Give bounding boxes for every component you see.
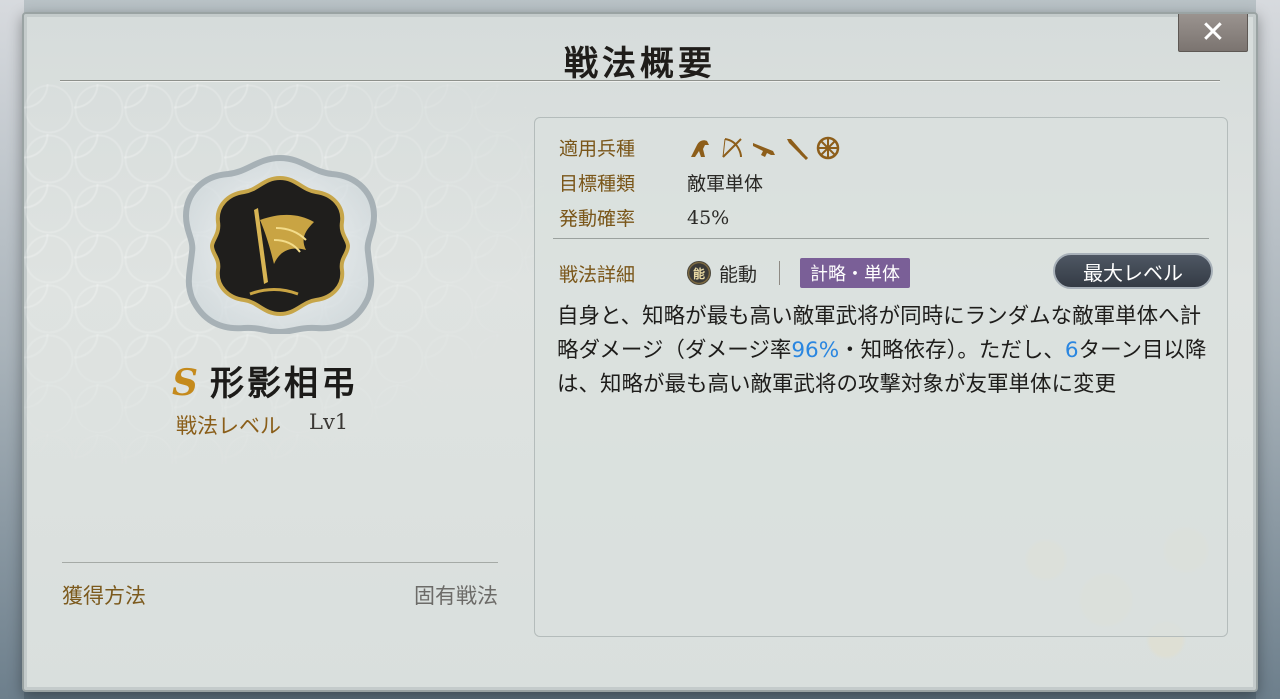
activation-type: 能動 <box>719 263 758 286</box>
skill-level-label: 戦法レベル <box>176 414 281 438</box>
title-divider <box>60 80 1220 82</box>
skill-detail-label: 戦法詳細 <box>559 263 636 286</box>
background-right-edge <box>1256 0 1280 699</box>
turn-number-value: 6 <box>1064 338 1079 363</box>
obtain-method-label: 獲得方法 <box>62 584 146 608</box>
activation-rate-label: 発動確率 <box>559 208 636 230</box>
gun-icon <box>753 142 775 157</box>
troop-type-row: 適用兵種 <box>559 134 841 161</box>
troop-type-label: 適用兵種 <box>559 138 636 160</box>
skill-detail-row: 戦法詳細 能 能動 計略・単体 <box>559 258 911 288</box>
skill-type-tag: 計略・単体 <box>800 258 911 288</box>
max-level-button[interactable]: 最大レベル <box>1053 253 1213 289</box>
skill-level-value: Lv1 <box>309 410 349 434</box>
target-type-row: 目標種類 敵軍単体 <box>559 169 763 196</box>
skill-rank: S <box>172 362 198 404</box>
skill-name: 形影相弔 <box>210 364 358 404</box>
target-type-label: 目標種類 <box>559 173 636 195</box>
cavalry-icon <box>691 139 709 157</box>
activation-rate-value: 45% <box>687 206 730 229</box>
panel-divider <box>553 238 1209 239</box>
skill-level-row: 戦法レベル Lv1 <box>176 410 348 440</box>
activation-rate-row: 発動確率 45% <box>559 204 729 231</box>
dialog-title: 戦法概要 <box>564 44 716 84</box>
target-type-value: 敵軍単体 <box>687 173 764 195</box>
description-text: ・知略依存）。ただし、 <box>839 338 1065 363</box>
skill-info-panel: 適用兵種 目標種類 敵軍単体 発動確率 45% 戦法詳細 能 能動 計略・単体 … <box>534 117 1228 637</box>
siege-wheel-icon <box>816 136 840 159</box>
skill-emblem-icon <box>182 154 378 336</box>
troop-type-icons <box>687 135 841 161</box>
background-left-edge <box>0 0 24 699</box>
archer-icon <box>722 137 742 158</box>
close-button[interactable]: ✕ <box>1178 14 1248 52</box>
obtain-method-value: 固有戦法 <box>414 584 498 608</box>
left-divider <box>62 562 498 563</box>
skill-overview-dialog: 戦法概要 ✕ S 形影相弔 戦法レベル Lv1 獲得方法 固有戦法 適用兵種 目… <box>22 12 1258 692</box>
obtain-method-row: 獲得方法 固有戦法 <box>62 580 498 610</box>
spear-icon <box>787 138 809 160</box>
skill-description: 自身と、知略が最も高い敵軍武将が同時にランダムな敵軍単体へ計略ダメージ（ダメージ… <box>557 300 1217 402</box>
skill-title: S 形影相弔 <box>172 356 358 405</box>
active-skill-icon: 能 <box>687 261 711 285</box>
detail-separator <box>779 261 781 285</box>
damage-rate-value: 96% <box>791 338 840 363</box>
